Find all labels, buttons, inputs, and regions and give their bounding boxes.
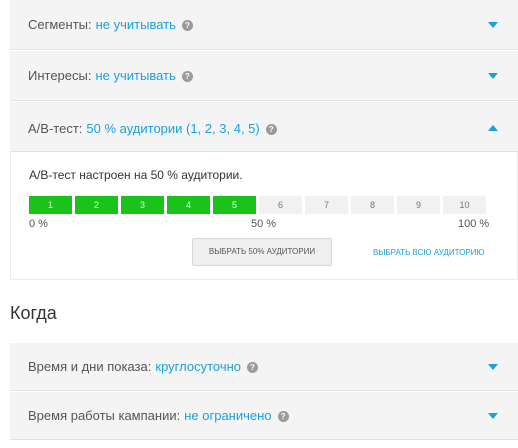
interests-row[interactable]: Интересы: не учитывать? [10, 51, 518, 101]
help-icon[interactable]: ? [247, 362, 258, 373]
help-icon[interactable]: ? [181, 20, 193, 31]
duration-value[interactable]: не ограничено [184, 408, 271, 423]
ab-test-row[interactable]: А/В-тест: 50 % аудитории (1, 2, 3, 4, 5)? [10, 102, 518, 152]
ab-test-panel: А/В-тест настроен на 50 % аудитории. 1 2… [10, 152, 518, 280]
chevron-down-icon[interactable] [488, 73, 498, 79]
interests-label: Интересы: [28, 68, 92, 83]
scale-min-label: 0 % [29, 218, 48, 230]
audience-segment[interactable]: 9 [397, 196, 440, 214]
schedule-row[interactable]: Время и дни показа: круглосуточно? [10, 343, 518, 391]
segments-row[interactable]: Сегменты: не учитывать? [10, 0, 518, 50]
chevron-up-icon[interactable] [488, 125, 498, 131]
select-half-audience-button[interactable]: ВЫБРАТЬ 50% АУДИТОРИИ [192, 238, 332, 266]
audience-segment[interactable]: 3 [121, 196, 164, 214]
schedule-value[interactable]: круглосуточно [155, 359, 241, 374]
chevron-down-icon[interactable] [488, 22, 498, 28]
help-icon[interactable]: ? [277, 411, 289, 422]
interests-value[interactable]: не учитывать [95, 68, 175, 83]
duration-row-label-wrap: Время работы кампании: не ограничено? [28, 408, 289, 423]
audience-segment[interactable]: 2 [75, 196, 118, 214]
audience-segment[interactable]: 8 [351, 196, 394, 214]
audience-segment[interactable]: 7 [305, 196, 348, 214]
ab-test-label: А/В-тест: [28, 121, 83, 136]
audience-segment[interactable]: 6 [259, 196, 302, 214]
audience-segment[interactable]: 1 [29, 196, 72, 214]
schedule-label: Время и дни показа: [28, 359, 152, 374]
ab-test-note: А/В-тест настроен на 50 % аудитории. [29, 168, 243, 182]
audience-segment[interactable]: 4 [167, 196, 210, 214]
audience-segment[interactable]: 5 [213, 196, 256, 214]
duration-row[interactable]: Время работы кампании: не ограничено? [10, 392, 518, 440]
chevron-down-icon[interactable] [488, 413, 498, 419]
segments-row-label-wrap: Сегменты: не учитывать? [28, 17, 193, 32]
ab-test-row-label-wrap: А/В-тест: 50 % аудитории (1, 2, 3, 4, 5)? [28, 121, 277, 136]
help-icon[interactable]: ? [265, 124, 277, 135]
scale-mid-label: 50 % [251, 218, 277, 230]
help-icon[interactable]: ? [181, 71, 193, 82]
scale-max-label: 100 % [458, 218, 490, 230]
schedule-row-label-wrap: Время и дни показа: круглосуточно? [28, 359, 258, 374]
segments-label: Сегменты: [28, 17, 92, 32]
segments-value[interactable]: не учитывать [96, 17, 176, 32]
chevron-down-icon[interactable] [488, 364, 498, 370]
audience-segment[interactable]: 10 [443, 196, 486, 214]
duration-label: Время работы кампании: [28, 408, 181, 423]
select-all-audience-link[interactable]: ВЫБРАТЬ ВСЮ АУДИТОРИЮ [373, 248, 484, 257]
ab-test-value[interactable]: 50 % аудитории (1, 2, 3, 4, 5) [86, 121, 259, 136]
section-title-when: Когда [10, 303, 57, 323]
audience-segment-bar: 1 2 3 4 5 6 7 8 9 10 [29, 196, 486, 214]
interests-row-label-wrap: Интересы: не учитывать? [28, 68, 193, 83]
